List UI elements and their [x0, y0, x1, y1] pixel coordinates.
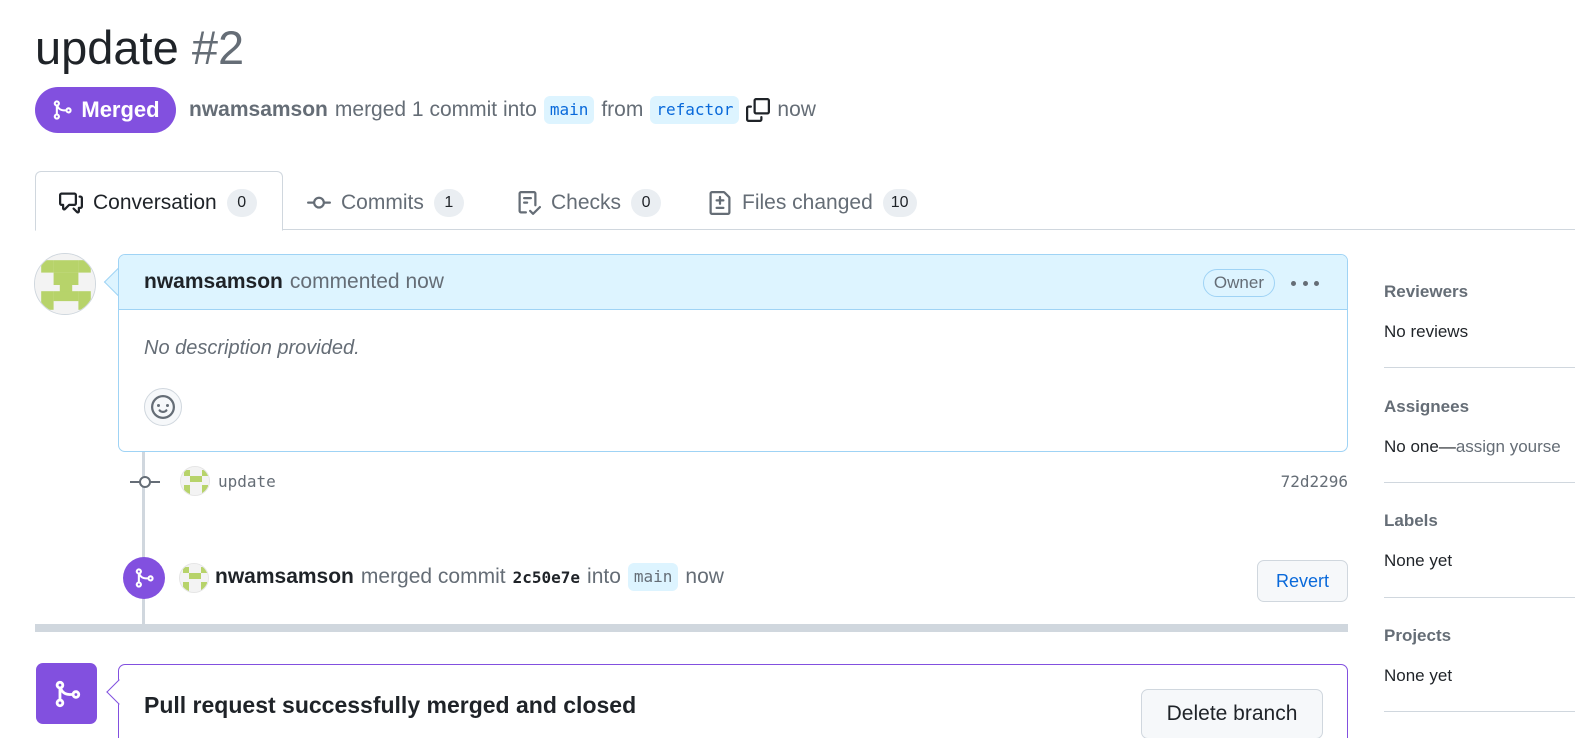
tab-files-changed[interactable]: Files changed 10: [708, 184, 917, 222]
merged-state-badge: Merged: [35, 87, 176, 133]
tab-conversation-label: Conversation: [93, 191, 217, 214]
state-label: Merged: [81, 97, 160, 122]
merge-time: now: [777, 98, 816, 121]
add-reaction-button[interactable]: [144, 388, 182, 426]
tab-checks-count: 0: [631, 189, 662, 217]
tab-commits[interactable]: Commits 1: [307, 184, 464, 222]
base-branch[interactable]: main: [543, 96, 595, 124]
tab-conversation-count: 0: [226, 189, 257, 217]
merge-event: nwamsamson merged commit 2c50e7e into ma…: [215, 562, 724, 592]
labels-label[interactable]: Labels: [1384, 511, 1575, 531]
labels-value: None yet: [1384, 551, 1453, 570]
merge-event-badge: [123, 557, 165, 599]
from-text: from: [601, 98, 644, 121]
commit-sha[interactable]: 72d2296: [1281, 472, 1348, 491]
owner-badge: Owner: [1202, 269, 1275, 297]
identicon: [181, 467, 209, 495]
file-diff-icon: [709, 191, 731, 215]
commit-avatar[interactable]: [180, 466, 210, 496]
tab-files-changed-count: 10: [882, 189, 917, 217]
revert-button[interactable]: Revert: [1257, 560, 1348, 602]
sidebar-projects[interactable]: Projects None yet: [1384, 626, 1575, 686]
sidebar-divider: [1384, 597, 1575, 598]
merge-event-text: merged commit: [360, 565, 506, 588]
comment-author[interactable]: nwamsamson: [144, 270, 283, 294]
git-commit-icon: [307, 196, 331, 209]
tab-commits-count: 1: [433, 189, 464, 217]
tab-conversation[interactable]: Conversation 0: [59, 184, 257, 222]
assignees-value: No one—assign yourse: [1384, 437, 1575, 457]
git-commit-icon: [130, 476, 160, 488]
assignees-label[interactable]: Assignees: [1384, 397, 1575, 417]
merge-commit-sha[interactable]: 2c50e7e: [513, 568, 580, 587]
projects-value: None yet: [1384, 666, 1453, 685]
tab-files-changed-label: Files changed: [742, 191, 873, 214]
merge-status-title: Pull request successfully merged and clo…: [144, 692, 637, 718]
commit-row: update 72d2296: [130, 464, 1348, 500]
identicon: [35, 254, 95, 314]
merge-avatar[interactable]: [179, 563, 209, 593]
sidebar-divider: [1384, 482, 1575, 483]
reviewers-label[interactable]: Reviewers: [1384, 282, 1575, 302]
pr-title-text: update: [35, 21, 179, 74]
comment-header: nwamsamson commented now: [119, 255, 1347, 310]
tab-checks[interactable]: Checks 0: [517, 184, 662, 222]
head-branch[interactable]: refactor: [650, 96, 740, 124]
checklist-icon: [518, 191, 541, 215]
avatar[interactable]: [34, 253, 96, 315]
merge-box-badge: [36, 663, 97, 724]
pr-number: #2: [191, 21, 245, 74]
merge-event-time: now: [685, 565, 724, 588]
pr-meta: nwamsamson merged 1 commit into main fro…: [189, 94, 816, 126]
sidebar-assignees[interactable]: Assignees No one—assign yourse: [1384, 397, 1575, 457]
reviewers-value: No reviews: [1384, 322, 1469, 341]
merge-author[interactable]: nwamsamson: [215, 565, 354, 589]
tab-commits-label: Commits: [341, 191, 424, 214]
assign-yourself-link[interactable]: assign yourse: [1456, 437, 1561, 456]
merge-into-text: into: [587, 565, 621, 588]
sidebar-reviewers[interactable]: Reviewers No reviews: [1384, 282, 1575, 342]
merge-branch[interactable]: main: [627, 563, 679, 591]
git-merge-icon: [55, 680, 80, 707]
projects-label[interactable]: Projects: [1384, 626, 1575, 646]
merge-status-box: Pull request successfully merged and clo…: [118, 664, 1348, 738]
merge-text: merged 1 commit into: [334, 98, 537, 121]
sidebar-divider: [1384, 367, 1575, 368]
kebab-horizontal-icon[interactable]: [1291, 271, 1319, 295]
sidebar-divider: [1384, 711, 1575, 712]
comment-action: commented now: [289, 270, 444, 293]
comment-discussion-icon: [59, 192, 83, 214]
git-merge-icon: [54, 100, 73, 120]
delete-branch-button[interactable]: Delete branch: [1141, 689, 1323, 738]
timeline-divider: [35, 624, 1348, 632]
smiley-icon: [151, 395, 175, 419]
identicon: [180, 564, 208, 592]
comment-box: nwamsamson commented now Owner No descri…: [118, 254, 1348, 452]
tab-checks-label: Checks: [551, 191, 622, 214]
author-link[interactable]: nwamsamson: [189, 98, 328, 122]
assignees-none: No one—: [1384, 437, 1456, 456]
commit-message[interactable]: update: [218, 472, 276, 491]
comment-body: No description provided.: [144, 337, 360, 359]
git-merge-icon: [135, 568, 154, 588]
pr-title: update #2: [35, 20, 244, 76]
copy-icon[interactable]: [746, 98, 771, 122]
sidebar-labels[interactable]: Labels None yet: [1384, 511, 1575, 571]
